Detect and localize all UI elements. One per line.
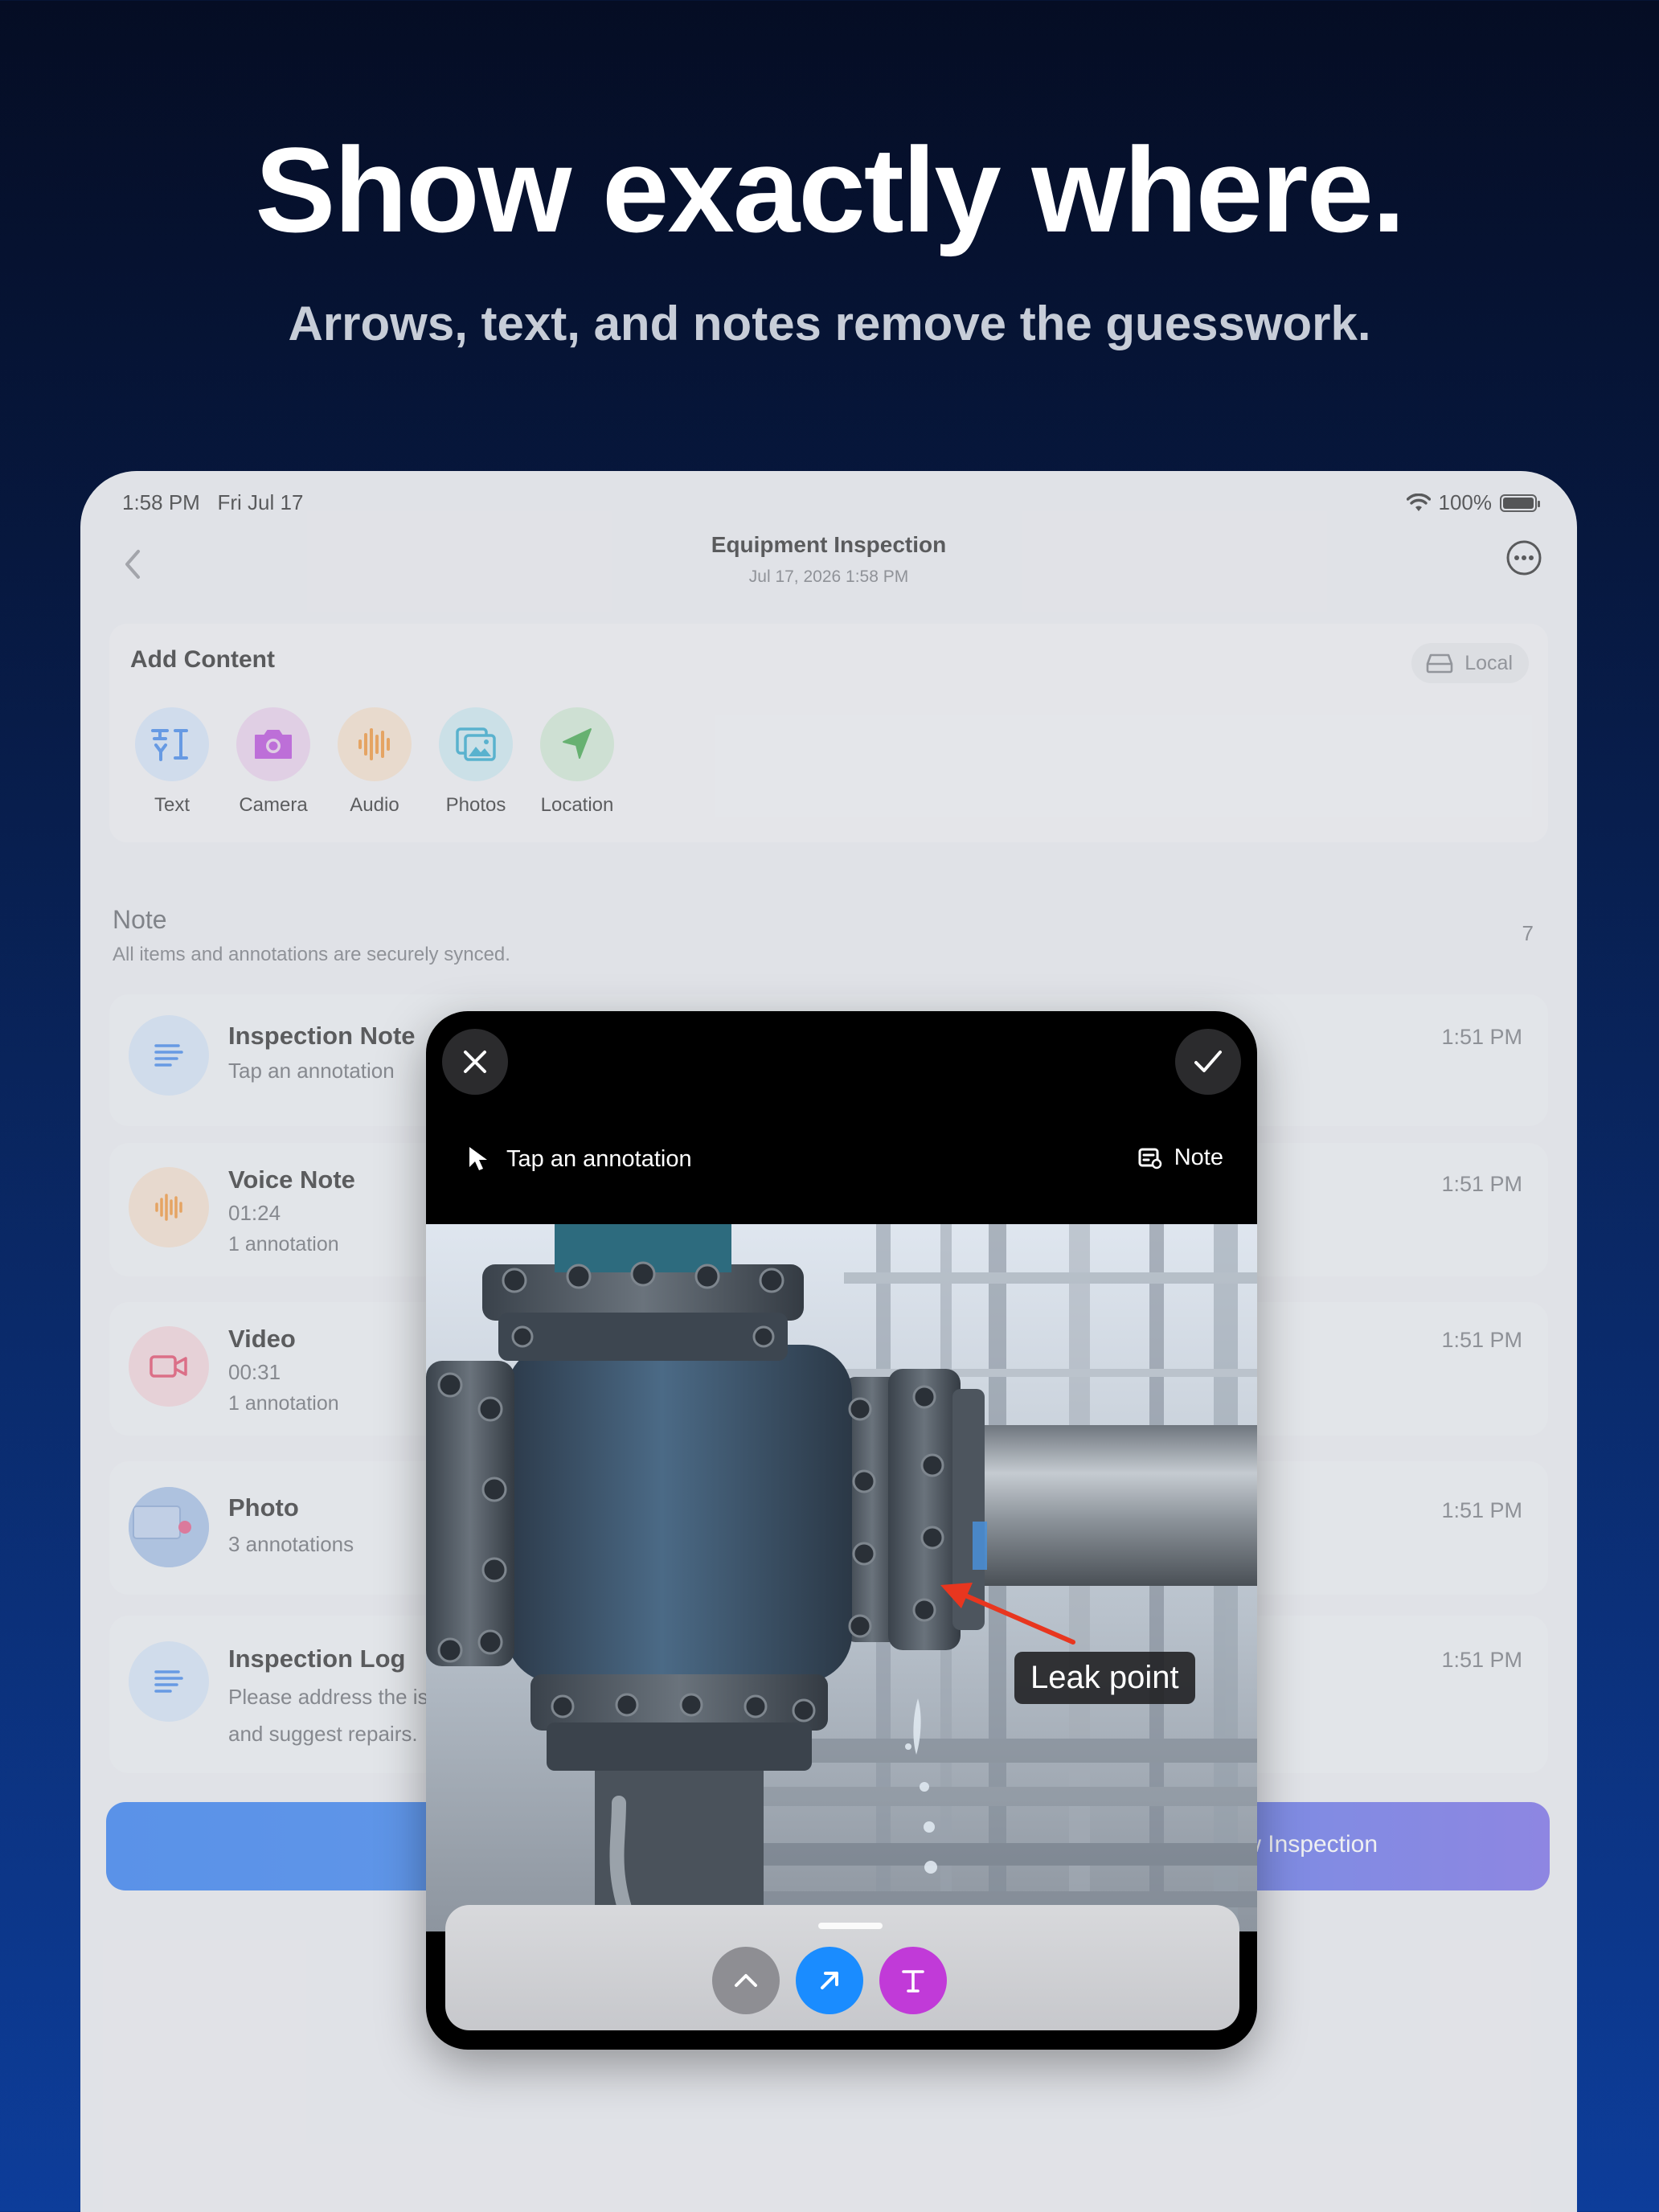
text-lines-icon <box>129 1015 209 1096</box>
camera-icon <box>236 707 310 781</box>
checkmark-icon <box>1194 1051 1222 1072</box>
item-time: 1:51 PM <box>1441 1648 1522 1672</box>
photos-icon <box>439 707 513 781</box>
annotation-editor: Tap an annotation Note Leak point <box>426 1011 1257 2050</box>
add-content-card: Add Content Local Text Camera Audio Phot… <box>109 624 1548 842</box>
item-detail-secondary: and suggest repairs. <box>228 1722 418 1746</box>
item-title: Video <box>228 1325 296 1353</box>
item-detail: Please address the is <box>228 1685 428 1709</box>
annotation-tools <box>712 1947 947 2014</box>
collapse-tray-button[interactable] <box>712 1947 780 2014</box>
close-icon <box>464 1051 486 1073</box>
tool-label: Camera <box>239 794 308 816</box>
item-detail: Tap an annotation <box>228 1059 395 1083</box>
item-title: Inspection Note <box>228 1022 416 1050</box>
status-time-date: 1:58 PM Fri Jul 17 <box>122 490 303 515</box>
add-text-button[interactable]: Text <box>133 707 211 817</box>
item-title: Photo <box>228 1493 299 1522</box>
note-button-label: Note <box>1174 1145 1223 1170</box>
chevron-up-icon <box>735 1974 757 1987</box>
tool-label: Photos <box>445 794 506 816</box>
drive-icon <box>1426 653 1453 674</box>
tray-grabber[interactable] <box>818 1923 883 1929</box>
status-date: Fri Jul 17 <box>217 490 304 514</box>
item-detail-secondary: 1 annotation <box>228 1392 339 1415</box>
more-button[interactable] <box>1505 539 1543 577</box>
add-content-title: Add Content <box>130 646 275 673</box>
storage-badge[interactable]: Local <box>1411 643 1529 683</box>
text-cursor-icon <box>135 707 209 781</box>
close-button[interactable] <box>442 1029 508 1095</box>
leak-point-annotation[interactable]: Leak point <box>1014 1652 1195 1704</box>
photo-thumbnail-icon <box>129 1487 209 1567</box>
add-audio-button[interactable]: Audio <box>336 707 413 817</box>
item-title: Voice Note <box>228 1165 355 1194</box>
note-button[interactable]: Note <box>1137 1145 1223 1171</box>
battery-percent: 100% <box>1438 490 1493 514</box>
add-photos-button[interactable]: Photos <box>437 707 514 817</box>
add-content-tools: Text Camera Audio Photos Location <box>133 707 616 817</box>
wifi-icon <box>1406 493 1431 511</box>
item-title: Inspection Log <box>228 1645 406 1673</box>
note-section-subtitle: All items and annotations are securely s… <box>113 944 510 965</box>
item-detail-secondary: 1 annotation <box>228 1233 339 1256</box>
video-camera-icon <box>129 1326 209 1407</box>
add-camera-button[interactable]: Camera <box>235 707 312 817</box>
page-title: Equipment Inspection <box>711 532 947 557</box>
status-bar: 1:58 PM Fri Jul 17 100% <box>122 490 1540 522</box>
arrow-tool-button[interactable] <box>796 1947 863 2014</box>
tool-label: Audio <box>350 794 399 816</box>
waveform-icon <box>129 1167 209 1247</box>
note-count: 7 <box>1522 921 1534 945</box>
battery-icon <box>1500 494 1540 512</box>
waveform-icon <box>338 707 412 781</box>
item-detail: 00:31 <box>228 1360 281 1384</box>
item-time: 1:51 PM <box>1441 1025 1522 1049</box>
item-detail: 3 annotations <box>228 1532 354 1556</box>
hero-subtitle: Arrows, text, and notes remove the guess… <box>288 297 1371 350</box>
add-location-button[interactable]: Location <box>539 707 616 817</box>
hero-title: Show exactly where. <box>255 122 1405 257</box>
pointer-icon <box>469 1147 487 1170</box>
done-button[interactable] <box>1175 1029 1241 1095</box>
annotation-hint-text: Tap an annotation <box>506 1145 692 1172</box>
annotation-tool-tray <box>445 1905 1239 2030</box>
tool-label: Location <box>540 794 614 816</box>
status-right: 100% <box>1406 490 1540 515</box>
item-detail: 01:24 <box>228 1201 281 1225</box>
page-date: Jul 17, 2026 1:58 PM <box>748 567 909 586</box>
inspection-photo[interactable] <box>426 1224 1257 1931</box>
item-time: 1:51 PM <box>1441 1172 1522 1196</box>
item-time: 1:51 PM <box>1441 1328 1522 1352</box>
annotation-hint: Tap an annotation <box>466 1145 692 1174</box>
tool-label: Text <box>154 794 190 816</box>
status-time: 1:58 PM <box>122 490 200 514</box>
storage-badge-label: Local <box>1464 651 1513 674</box>
note-icon <box>1138 1148 1161 1169</box>
note-section-title: Note <box>113 905 167 934</box>
text-tool-icon <box>902 1970 924 1993</box>
text-lines-icon <box>129 1641 209 1722</box>
item-time: 1:51 PM <box>1441 1498 1522 1522</box>
arrow-tool-icon <box>821 1972 838 1989</box>
ellipsis-circle-icon <box>1506 540 1542 576</box>
location-arrow-icon <box>540 707 614 781</box>
text-tool-button[interactable] <box>879 1947 947 2014</box>
